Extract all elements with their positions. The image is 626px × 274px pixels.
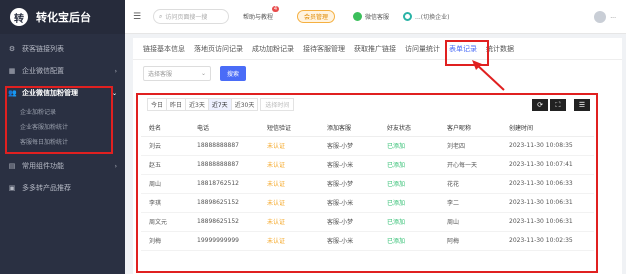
enterprise-icon xyxy=(403,12,413,21)
table-highlight-box xyxy=(136,93,598,273)
sidebar-item-links[interactable]: ⚙ 获客链接列表 xyxy=(0,38,125,60)
user-menu[interactable]: ... xyxy=(594,10,616,23)
brand[interactable]: 转 转化宝后台 xyxy=(0,0,125,34)
cs-select-placeholder: 选择客服 xyxy=(148,70,173,78)
sidebar-item-label: 企业微信配置 xyxy=(22,67,64,75)
enterprise-switch[interactable]: ...(切换企业) xyxy=(403,12,449,21)
tab-visit-stats[interactable]: 访问量统计 xyxy=(405,44,440,54)
cs-select[interactable]: 选择客服 ⌄ xyxy=(143,65,211,81)
annotation-arrow xyxy=(472,60,505,91)
help-label: 帮助与教程 xyxy=(243,14,274,21)
tab-bar: 链接基本信息 落地页访问记录 成功加粉记录 接待客服管理 获取推广链接 访问量统… xyxy=(133,38,622,60)
apps-icon: ▤ xyxy=(8,162,16,170)
upgrade-button[interactable]: 会员管理 xyxy=(297,10,336,23)
tab-statistics[interactable]: 统计数据 xyxy=(486,44,514,54)
wechat-label: 微信客服 xyxy=(365,14,390,21)
sidebar-item-label: 获客链接列表 xyxy=(22,45,64,53)
tab-landing-visits[interactable]: 落地页访问记录 xyxy=(194,44,243,54)
grid-icon: ▦ xyxy=(8,67,16,75)
search-icon: ⌕ xyxy=(159,12,163,20)
logo-icon: 转 xyxy=(10,8,28,26)
menu-icon[interactable]: ☰ xyxy=(133,12,143,22)
search-input[interactable]: ⌕ 访问页面搜一搜 xyxy=(153,9,229,24)
app-title: 转化宝后台 xyxy=(36,11,91,24)
topbar: ☰ ⌕ 访问页面搜一搜 帮助与教程 4 会员管理 微信客服 ...(切换企业) … xyxy=(125,0,626,34)
box-icon: ▣ xyxy=(8,184,16,192)
wechat-icon xyxy=(353,12,363,21)
sidebar-item-products[interactable]: ▣ 多多转产品推荐 xyxy=(0,177,125,199)
wechat-service[interactable]: 微信客服 xyxy=(353,12,389,21)
chevron-right-icon: › xyxy=(114,162,117,170)
tab-link-info[interactable]: 链接基本信息 xyxy=(143,44,185,54)
sidebar-item-label: 常用组件功能 xyxy=(22,162,64,170)
search-button[interactable]: 搜索 xyxy=(220,65,246,81)
search-placeholder: 访问页面搜一搜 xyxy=(165,14,208,21)
sidebar-item-wecom-config[interactable]: ▦ 企业微信配置 › xyxy=(0,60,125,82)
gear-icon: ⚙ xyxy=(8,45,16,53)
tab-fans-records[interactable]: 成功加粉记录 xyxy=(252,44,294,54)
sidebar-highlight-box xyxy=(5,86,113,154)
tab-promo-link[interactable]: 获取推广链接 xyxy=(354,44,396,54)
tab-cs-management[interactable]: 接待客服管理 xyxy=(303,44,345,54)
chevron-right-icon: › xyxy=(114,67,117,75)
help-badge: 4 xyxy=(271,6,280,12)
filter-row: 选择客服 ⌄ 搜索 xyxy=(133,60,622,86)
help-menu[interactable]: 帮助与教程 4 xyxy=(243,6,280,21)
sidebar-item-components[interactable]: ▤ 常用组件功能 › xyxy=(0,155,125,177)
enterprise-label: ...(切换企业) xyxy=(415,14,450,21)
chevron-down-icon: ⌄ xyxy=(200,69,206,77)
sidebar-item-label: 多多转产品推荐 xyxy=(22,184,71,192)
user-label: ... xyxy=(610,13,616,20)
avatar xyxy=(594,10,607,23)
